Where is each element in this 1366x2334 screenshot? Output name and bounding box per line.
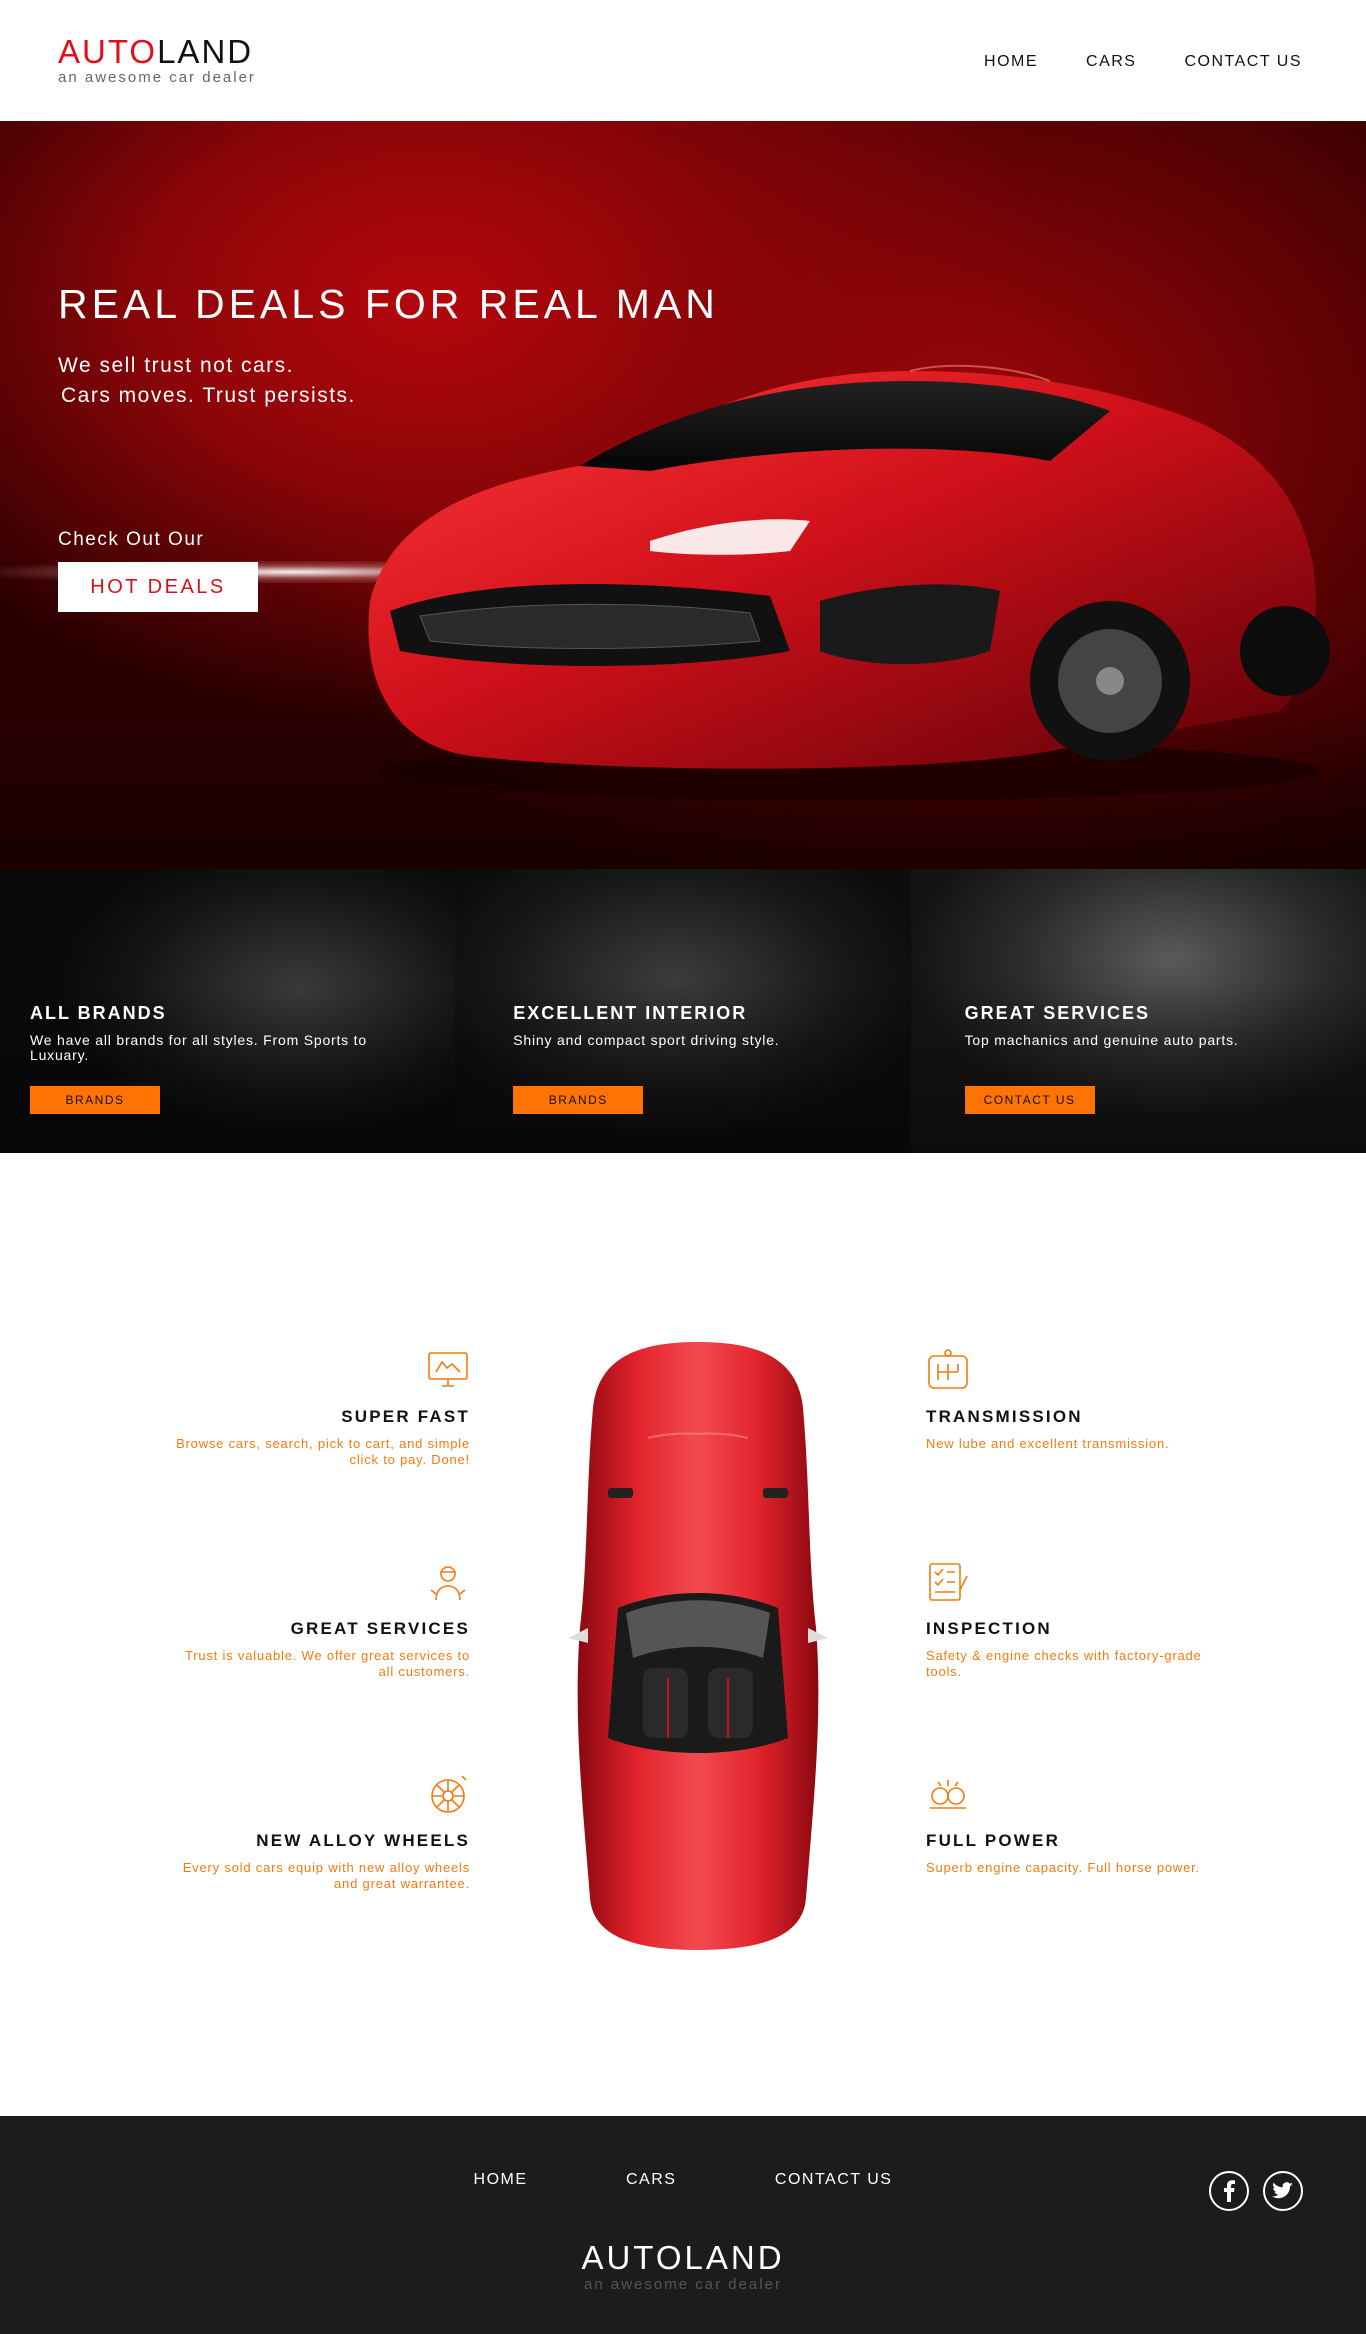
mechanic-icon [430,1566,466,1601]
feature-text: Superb engine capacity. Full horse power… [926,1860,1200,1875]
nav-home[interactable]: HOME [984,53,1038,71]
feature-text: Every sold cars equip with new alloy whe… [182,1860,470,1891]
hero-subtitle-line2: Cars moves. Trust persists. [61,384,356,407]
hero-subtitle: We sell trust not cars. Cars moves. Trus… [58,351,356,411]
feature-inspection: INSPECTION Safety & engine checks with f… [926,1560,1226,1680]
feature-title: GREAT SERVICES [290,1619,470,1638]
logo-tagline: an awesome car dealer [58,69,256,86]
feature-text: Browse cars, search, pick to cart, and s… [176,1436,470,1467]
feature-title: SUPER FAST [341,1407,470,1426]
hero-car-image [368,364,1330,801]
twitter-icon[interactable] [1263,2171,1303,2211]
feature-text: New lube and excellent transmission. [926,1436,1170,1451]
footer-logo[interactable]: AUTOLAND an awesome car dealer [0,2239,1366,2294]
nav-cars[interactable]: CARS [1086,53,1136,71]
footer-nav-cars[interactable]: CARS [626,2171,676,2189]
feature-text: Trust is valuable. We offer great servic… [184,1648,470,1679]
tile-text: Top machanics and genuine auto parts. [964,1032,1239,1048]
feature-super-fast: SUPER FAST Browse cars, search, pick to … [170,1348,470,1468]
feature-title: FULL POWER [926,1831,1061,1850]
site-header: AUTOLAND an awesome car dealer HOME CARS… [0,0,1366,121]
feature-tiles: ALL BRANDS We have all brands for all st… [0,869,1366,1153]
main-nav: HOME CARS CONTACT US [984,53,1302,71]
wheel-icon [431,1775,467,1813]
tile-text: Shiny and compact sport driving style. [513,1032,780,1048]
brands-button[interactable]: BRANDS [30,1086,160,1114]
feature-transmission: TRANSMISSION New lube and excellent tran… [926,1348,1226,1452]
contact-us-button[interactable]: CONTACT US [964,1086,1095,1114]
hot-deals-button[interactable]: HOT DEALS [58,562,258,612]
tile-title: ALL BRANDS [30,1003,167,1023]
features-section: SUPER FAST Browse cars, search, pick to … [0,1153,1366,2116]
feature-great-services: GREAT SERVICES Trust is valuable. We off… [170,1560,470,1680]
site-footer: HOME CARS CONTACT US AUTOLAND an awesome… [0,2116,1366,2334]
social-links [1209,2171,1303,2211]
brands-button[interactable]: BRANDS [513,1086,644,1114]
hero-title: REAL DEALS FOR REAL MAN [58,281,719,327]
hero-subtitle-line1: We sell trust not cars. [58,354,295,377]
facebook-icon[interactable] [1209,2171,1249,2211]
footer-nav: HOME CARS CONTACT US [0,2171,1366,2189]
hero-banner: REAL DEALS FOR REAL MAN We sell trust no… [0,121,1366,869]
feature-title: NEW ALLOY WHEELS [256,1831,470,1850]
tile-great-services: GREAT SERVICES Top machanics and genuine… [910,869,1366,1153]
tile-text: We have all brands for all styles. From … [30,1032,367,1063]
footer-tagline: an awesome car dealer [584,2276,782,2293]
logo-land: LAND [157,33,254,70]
gearbox-icon [928,1349,968,1389]
footer-nav-home[interactable]: HOME [474,2171,528,2189]
tile-excellent-interior: EXCELLENT INTERIOR Shiny and compact spo… [455,869,911,1153]
checklist-icon [929,1563,968,1601]
logo[interactable]: AUTOLAND an awesome car dealer [58,33,256,87]
feature-title: TRANSMISSION [926,1407,1083,1426]
feature-full-power: FULL POWER Superb engine capacity. Full … [926,1772,1226,1876]
cta-caption: Check Out Our [58,529,205,550]
tile-title: EXCELLENT INTERIOR [513,1003,748,1023]
footer-nav-contact-us[interactable]: CONTACT US [775,2171,893,2189]
top-view-car-image [568,1342,828,1950]
logo-auto: AUTO [58,33,158,70]
feature-text: Safety & engine checks with factory-grad… [926,1648,1202,1679]
tile-title: GREAT SERVICES [964,1003,1150,1023]
computer-icon [428,1352,468,1387]
footer-logo-text: AUTOLAND [581,2239,785,2276]
feature-new-alloy-wheels: NEW ALLOY WHEELS Every sold cars equip w… [170,1772,470,1892]
engine-icon [930,1780,966,1809]
feature-title: INSPECTION [926,1619,1052,1638]
nav-contact-us[interactable]: CONTACT US [1184,53,1302,71]
tile-all-brands: ALL BRANDS We have all brands for all st… [0,869,456,1153]
